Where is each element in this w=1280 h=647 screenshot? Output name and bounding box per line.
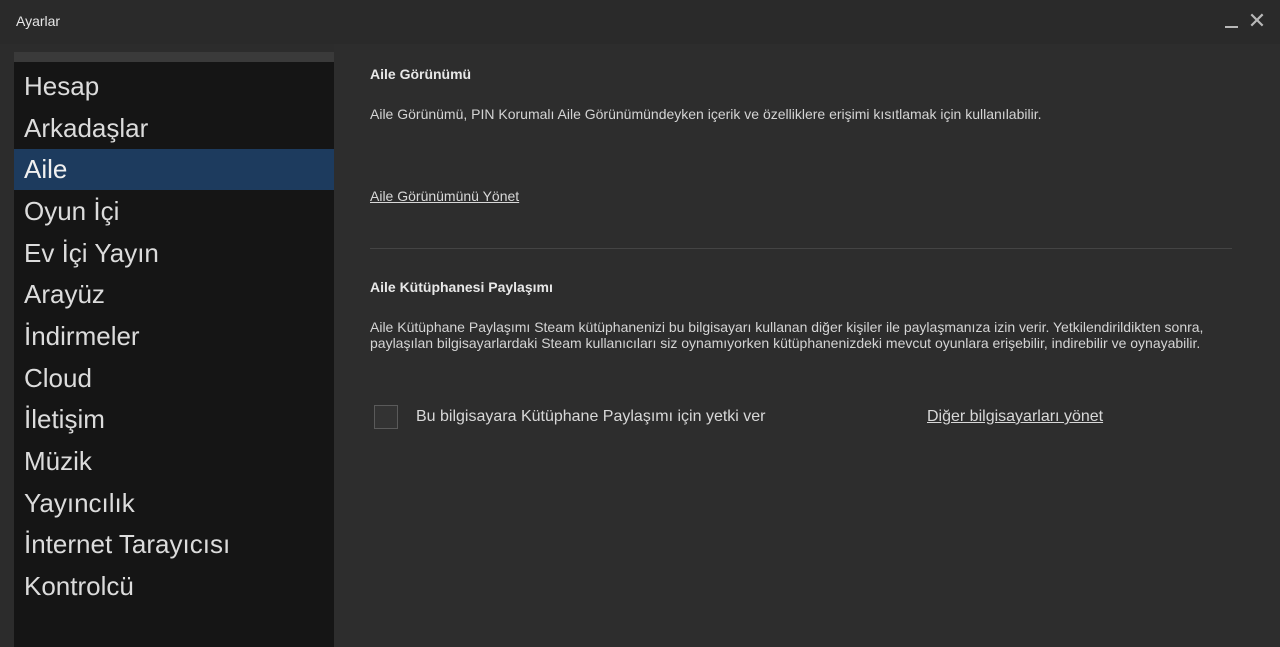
sidebar-top-bar [14,52,334,62]
library-sharing-title: Aile Kütüphanesi Paylaşımı [370,279,553,295]
settings-window: Ayarlar ✕ Hesap Arkadaşlar Aile Oyun İçi… [0,0,1280,647]
section-divider [370,248,1232,249]
library-sharing-description: Aile Kütüphane Paylaşımı Steam kütüphane… [370,319,1204,351]
minimize-button[interactable] [1222,8,1242,34]
sidebar-item-muzik[interactable]: Müzik [14,441,334,482]
authorize-library-sharing-checkbox[interactable] [374,405,398,429]
authorize-library-sharing-label[interactable]: Bu bilgisayara Kütüphane Paylaşımı için … [416,408,766,426]
sidebar-item-kontrolcu[interactable]: Kontrolcü [14,566,334,607]
minimize-icon [1225,26,1238,28]
sidebar-item-ev-ici-yayin[interactable]: Ev İçi Yayın [14,233,334,274]
sidebar-item-arayuz[interactable]: Arayüz [14,274,334,315]
family-view-description: Aile Görünümü, PIN Korumalı Aile Görünüm… [370,106,1042,122]
close-button[interactable]: ✕ [1247,8,1267,34]
title-bar[interactable]: Ayarlar ✕ [0,0,1280,44]
window-title: Ayarlar [16,13,61,29]
manage-family-view-link[interactable]: Aile Görünümünü Yönet [370,188,519,204]
sidebar-item-cloud[interactable]: Cloud [14,358,334,399]
settings-content: Aile Görünümü Aile Görünümü, PIN Korumal… [334,44,1280,647]
sidebar-item-hesap[interactable]: Hesap [14,66,334,107]
sidebar-item-oyun-ici[interactable]: Oyun İçi [14,191,334,232]
settings-sidebar: Hesap Arkadaşlar Aile Oyun İçi Ev İçi Ya… [14,52,334,647]
manage-other-computers-link[interactable]: Diğer bilgisayarları yönet [927,408,1103,426]
sidebar-item-internet-tarayicisi[interactable]: İnternet Tarayıcısı [14,524,334,565]
sidebar-item-iletisim[interactable]: İletişim [14,399,334,440]
sidebar-item-indirmeler[interactable]: İndirmeler [14,316,334,357]
sidebar-item-yayincilik[interactable]: Yayıncılık [14,483,334,524]
close-icon: ✕ [1247,8,1267,33]
sidebar-item-aile[interactable]: Aile [14,149,334,190]
family-view-title: Aile Görünümü [370,66,472,82]
sidebar-item-arkadaslar[interactable]: Arkadaşlar [14,108,334,149]
